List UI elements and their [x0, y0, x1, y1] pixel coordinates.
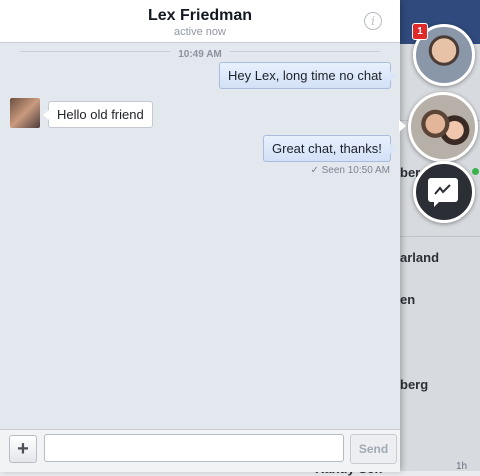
messenger-chat-head[interactable]: [413, 161, 475, 223]
chat-window: Lex Friedman active now i 10:49 AM Hey L…: [0, 0, 400, 472]
time-divider: 10:49 AM: [0, 44, 400, 60]
checkmark-icon: ✓: [310, 165, 319, 176]
message-outgoing: Great chat, thanks!: [263, 135, 396, 162]
background-name: en: [400, 292, 416, 307]
message-incoming: Hello old friend: [43, 101, 153, 128]
lightning-icon: [434, 184, 451, 195]
background-time: 1h: [456, 461, 468, 472]
time-divider-label: 10:49 AM: [170, 49, 230, 60]
messenger-icon: [428, 178, 458, 207]
add-attachment-button[interactable]: +: [9, 435, 37, 463]
message-input[interactable]: [44, 434, 344, 462]
avatar[interactable]: [10, 98, 40, 128]
active-chat-pointer: [399, 120, 406, 132]
unread-badge: 1: [412, 23, 428, 40]
info-icon[interactable]: i: [364, 12, 382, 30]
background-divider: [400, 236, 480, 237]
background-name: berg: [400, 377, 429, 392]
message-composer: + Send: [0, 429, 400, 472]
chat-status: active now: [174, 26, 226, 38]
seen-label: Seen 10:50 AM: [321, 165, 390, 176]
message-outgoing: Hey Lex, long time no chat: [219, 62, 396, 89]
chat-header: Lex Friedman active now i: [0, 0, 400, 43]
chat-head-avatar-active[interactable]: [408, 92, 478, 162]
background-name: arland: [400, 250, 440, 265]
seen-receipt: ✓ Seen 10:50 AM: [310, 165, 390, 176]
send-button[interactable]: Send: [350, 434, 397, 464]
chat-title: Lex Friedman: [147, 7, 253, 24]
online-indicator: [472, 168, 479, 175]
